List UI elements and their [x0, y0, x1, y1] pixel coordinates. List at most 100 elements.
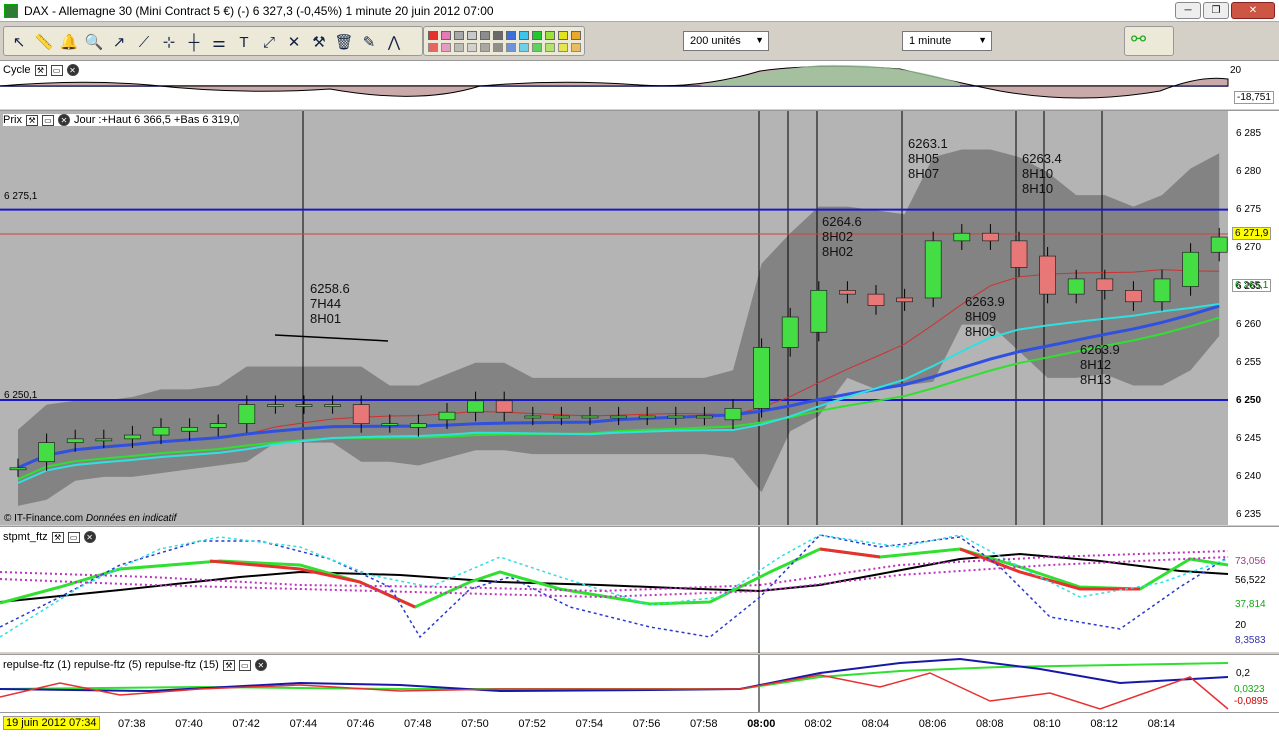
- price-tick: 6 235: [1236, 509, 1262, 520]
- color-swatch[interactable]: [493, 31, 503, 40]
- color-swatch[interactable]: [571, 31, 581, 40]
- color-swatch[interactable]: [467, 31, 477, 40]
- title-bar: DAX - Allemagne 30 (Mini Contract 5 €) (…: [0, 0, 1279, 22]
- tools-icon[interactable]: ⚒: [308, 31, 330, 53]
- candle-body: [610, 415, 627, 419]
- vertical-line-icon[interactable]: ┼: [183, 31, 205, 53]
- candle-body: [1096, 278, 1114, 291]
- candle-body: [638, 415, 656, 419]
- color-swatch[interactable]: [506, 43, 516, 52]
- close-icon[interactable]: ✕: [83, 531, 96, 543]
- close-icon[interactable]: ✕: [57, 114, 70, 126]
- alert-bell-icon[interactable]: 🔔: [58, 31, 80, 53]
- wrench-icon[interactable]: ⚒: [222, 659, 235, 671]
- color-swatch[interactable]: [428, 43, 438, 52]
- candle-body: [953, 232, 971, 242]
- time-tick: 08:02: [804, 718, 832, 730]
- color-swatch[interactable]: [428, 31, 438, 40]
- color-swatch[interactable]: [454, 31, 464, 40]
- minimize-button[interactable]: ─: [1175, 2, 1201, 19]
- candle-body: [524, 415, 542, 419]
- price-tick: 6 245: [1236, 432, 1262, 444]
- color-swatch[interactable]: [441, 31, 451, 40]
- level-bottom-label: 6 250,1: [4, 390, 38, 401]
- candle-body: [495, 400, 513, 413]
- wrench-icon[interactable]: ⚒: [51, 531, 64, 543]
- candle-body: [467, 400, 484, 413]
- color-swatch[interactable]: [467, 43, 477, 52]
- stpmt-panel: stpmt_ftz ⚒ ▭ ✕ 73,056 56,522 37,814 20 …: [0, 526, 1279, 653]
- zoom-icon[interactable]: 🔍: [83, 31, 105, 53]
- color-swatch[interactable]: [532, 43, 542, 52]
- price-tick: 6 270: [1236, 242, 1262, 254]
- color-swatch[interactable]: [441, 43, 451, 52]
- color-swatch[interactable]: [480, 31, 490, 40]
- cycle-panel: Cycle ⚒ ▭ ✕ 20 -18,751: [0, 60, 1279, 109]
- color-swatch[interactable]: [545, 31, 555, 40]
- arrows-icon[interactable]: ⤢: [258, 31, 280, 53]
- fibonacci-icon[interactable]: ⚌: [208, 31, 230, 53]
- time-tick: 07:58: [690, 718, 718, 730]
- candle-body: [181, 427, 198, 432]
- color-swatch[interactable]: [558, 31, 568, 40]
- time-tick: 07:38: [118, 718, 146, 730]
- close-icon[interactable]: ✕: [66, 64, 79, 76]
- pointer-icon[interactable]: ↖: [8, 31, 30, 53]
- color-swatch[interactable]: [506, 31, 516, 40]
- price-annotation: 6258.6 7H44 8H01: [310, 281, 350, 326]
- trash-icon[interactable]: 🗑: [333, 31, 355, 53]
- color-swatch[interactable]: [571, 43, 581, 52]
- candle-body: [581, 415, 599, 419]
- color-swatch[interactable]: [454, 43, 464, 52]
- candle-body: [1210, 236, 1228, 253]
- text-icon[interactable]: T: [233, 31, 255, 53]
- maximize-button[interactable]: ❐: [1203, 2, 1229, 19]
- time-axis: 19 juin 2012 07:34 07:38 07:40 07:42 07:44 0…: [0, 712, 1279, 737]
- candle-body: [152, 427, 170, 436]
- price-annotation: 6263.1 8H05 8H07: [908, 136, 948, 181]
- interval-select[interactable]: 1 minute ▼: [902, 31, 992, 51]
- candle-body: [124, 434, 141, 440]
- time-tick: 08:14: [1147, 718, 1176, 730]
- close-button[interactable]: ✕: [1231, 2, 1275, 19]
- wrench-icon[interactable]: ⚒: [25, 114, 38, 126]
- price-tick: 6 275: [1236, 204, 1262, 216]
- color-swatch[interactable]: [558, 43, 568, 52]
- close-icon[interactable]: ✕: [254, 659, 267, 671]
- candle-body: [696, 415, 713, 419]
- time-tick: 07:54: [575, 718, 604, 730]
- window-icon[interactable]: ▭: [41, 114, 54, 126]
- candle-body: [896, 297, 913, 303]
- zigzag-icon[interactable]: ⋀: [383, 31, 405, 53]
- candle-body: [9, 467, 27, 471]
- last-price-label: 6 271,9: [1232, 226, 1272, 240]
- color-swatch[interactable]: [480, 43, 490, 52]
- stpmt-label: stpmt_ftz: [3, 531, 48, 543]
- window-icon[interactable]: ▭: [67, 531, 80, 543]
- candle-body: [1039, 255, 1056, 295]
- candle-body: [1182, 251, 1199, 287]
- color-swatch[interactable]: [519, 43, 529, 52]
- color-swatch[interactable]: [532, 31, 542, 40]
- ruler-icon[interactable]: 📏: [33, 31, 55, 53]
- price-chart: [0, 111, 1279, 525]
- time-tick: 07:42: [232, 718, 260, 730]
- line-icon[interactable]: ⟋: [133, 31, 155, 53]
- window-icon[interactable]: ▭: [50, 64, 63, 76]
- cycle-area: [0, 65, 1229, 99]
- horizontal-line-icon[interactable]: ⊹: [158, 31, 180, 53]
- candle-body: [839, 289, 856, 295]
- trendline-icon[interactable]: ↗: [108, 31, 130, 53]
- window-icon[interactable]: ▭: [238, 659, 251, 671]
- price-panel: Prix ⚒ ▭ ✕ Jour :+Haut 6 366,5 +Bas 6 31…: [0, 110, 1279, 525]
- time-tick: 08:06: [918, 718, 947, 730]
- cross-icon[interactable]: ✕: [283, 31, 305, 53]
- indicators-button[interactable]: ⚯: [1124, 26, 1174, 56]
- wrench-icon[interactable]: ⚒: [34, 64, 47, 76]
- pen-icon[interactable]: ✎: [358, 31, 380, 53]
- color-swatch[interactable]: [493, 43, 503, 52]
- stpmt-value-5: 8,3583: [1235, 635, 1266, 646]
- color-swatch[interactable]: [545, 43, 555, 52]
- quantity-select[interactable]: 200 unités ▼: [683, 31, 769, 51]
- color-swatch[interactable]: [519, 31, 529, 40]
